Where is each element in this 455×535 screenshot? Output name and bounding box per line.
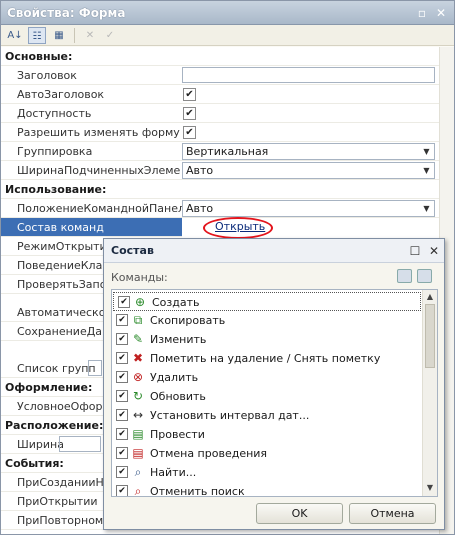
unpost-icon: ▤ (132, 446, 144, 460)
find-icon: ⌕ (134, 465, 142, 479)
apply-icon[interactable]: ✓ (101, 27, 119, 44)
chevron-down-icon[interactable]: ▼ (419, 144, 434, 159)
item-checkbox[interactable]: ✔ (116, 333, 128, 345)
cancel-search-icon: ⌕ (134, 484, 142, 497)
item-checkbox[interactable]: ✔ (116, 447, 128, 459)
item-checkbox[interactable]: ✔ (116, 428, 128, 440)
filter-icon[interactable]: ▦ (50, 27, 68, 44)
autoheader-checkbox[interactable]: ✔ (183, 88, 196, 101)
section-usage: Использование: (1, 180, 439, 199)
prop-commands[interactable]: Состав команд Открыть (1, 217, 439, 239)
prop-allow-change: Разрешить изменять форму ✔ (1, 123, 439, 142)
item-checkbox[interactable]: ✔ (116, 409, 128, 421)
list-item[interactable]: ✔ ↻ Обновить (112, 387, 422, 406)
item-checkbox[interactable]: ✔ (116, 352, 128, 364)
list-item[interactable]: ✔ ⌕ Найти... (112, 463, 422, 482)
highlight-ellipse (203, 217, 273, 239)
item-checkbox[interactable]: ✔ (116, 485, 128, 496)
delete-icon: ⊗ (132, 370, 144, 384)
item-checkbox[interactable]: ✔ (116, 466, 128, 478)
refresh-icon: ↻ (132, 389, 144, 403)
width-input[interactable] (59, 436, 101, 452)
item-checkbox[interactable]: ✔ (118, 296, 130, 308)
commands-list: ✔ ⊕ Создать ✔ ⧉ Скопировать ✔ ✎ Изменить ✔ ✖ Пом… (111, 289, 438, 497)
pencil-icon: ✎ (132, 332, 144, 346)
list-item[interactable]: ✔ ▤ Провести (112, 425, 422, 444)
post-icon: ▤ (132, 427, 144, 441)
close-icon[interactable]: ✕ (433, 5, 449, 21)
list-scrollbar[interactable]: ▲ ▼ (422, 290, 437, 496)
item-checkbox[interactable]: ✔ (116, 314, 128, 326)
ok-button[interactable]: OK (256, 503, 343, 524)
section-main: Основные: (1, 47, 439, 66)
header-input[interactable] (182, 67, 435, 83)
create-icon: ⊕ (134, 295, 146, 309)
clear-icon[interactable]: ✕ (81, 27, 99, 44)
panel-pos-select[interactable]: Авто ▼ (182, 200, 435, 217)
scroll-up-icon[interactable]: ▲ (425, 292, 435, 302)
allow-change-checkbox[interactable]: ✔ (183, 126, 196, 139)
cancel-button[interactable]: Отмена (349, 503, 436, 524)
list-item[interactable]: ✔ ↔ Установить интервал дат... (112, 406, 422, 425)
list-item[interactable]: ✔ ⌕ Отменить поиск (112, 482, 422, 497)
list-item[interactable]: ✔ ⊗ Удалить (112, 368, 422, 387)
toolbar-separator (74, 28, 75, 43)
prop-child-width: ШиринаПодчиненныхЭлементовАвто▼ (1, 161, 439, 180)
availability-checkbox[interactable]: ✔ (183, 107, 196, 120)
prop-autoheader: АвтоЗаголовок ✔ (1, 85, 439, 104)
date-interval-icon: ↔ (132, 408, 144, 422)
commands-label: Команды: (111, 271, 168, 284)
close-icon[interactable]: ✕ (426, 243, 442, 259)
prop-header: Заголовок (1, 66, 439, 85)
prop-availability: Доступность ✔ (1, 104, 439, 123)
dialog-title: Состав (111, 244, 154, 257)
toolbar: A↓ ☷ ▦ ✕ ✓ (1, 25, 454, 46)
grouping-select[interactable]: Вертикальная ▼ (182, 143, 435, 160)
maximize-icon[interactable]: ☐ (407, 243, 423, 259)
item-checkbox[interactable]: ✔ (116, 390, 128, 402)
item-checkbox[interactable]: ✔ (116, 371, 128, 383)
prop-grouping: Группировка Вертикальная ▼ (1, 142, 439, 161)
sort-alpha-icon[interactable]: A↓ (6, 27, 24, 44)
scroll-thumb[interactable] (425, 304, 435, 368)
list-item[interactable]: ✔ ▤ Отмена проведения (112, 444, 422, 463)
dialog-title-bar: Состав ☐ ✕ (104, 239, 444, 263)
copy-window-icon[interactable] (417, 269, 432, 283)
prop-panel-pos: ПоложениеКоманднойПанели Авто ▼ (1, 199, 439, 218)
delete-mark-icon: ✖ (132, 351, 144, 365)
restore-icon[interactable]: ▫ (414, 5, 430, 21)
layers-icon[interactable] (397, 269, 412, 283)
list-item[interactable]: ✔ ⧉ Скопировать (112, 311, 422, 330)
list-item[interactable]: ✔ ⊕ Создать (113, 292, 421, 311)
window-title: Свойства: Форма (7, 6, 126, 20)
list-item[interactable]: ✔ ✖ Пометить на удаление / Снять пометку (112, 349, 422, 368)
composition-dialog: Состав ☐ ✕ Команды: ✔ ⊕ Создать ✔ ⧉ Скопиров… (103, 238, 445, 530)
child-width-select[interactable]: Авто ▼ (182, 162, 435, 179)
group-list-input[interactable] (88, 360, 102, 376)
title-bar: Свойства: Форма ▫ ✕ (1, 1, 454, 25)
scroll-down-icon[interactable]: ▼ (425, 483, 435, 493)
list-item[interactable]: ✔ ✎ Изменить (112, 330, 422, 349)
categories-icon[interactable]: ☷ (28, 27, 46, 44)
chevron-down-icon[interactable]: ▼ (419, 163, 434, 178)
copy-icon: ⧉ (133, 313, 143, 327)
chevron-down-icon[interactable]: ▼ (419, 201, 434, 216)
